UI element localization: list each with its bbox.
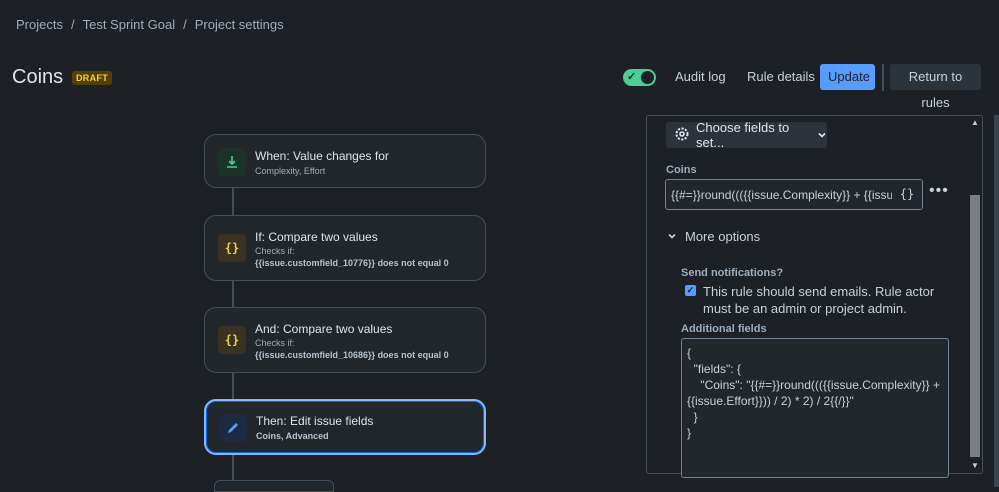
more-options-label: More options xyxy=(685,229,761,244)
breadcrumb-projects[interactable]: Projects xyxy=(16,17,63,32)
curly-braces-icon: {} xyxy=(218,326,246,354)
action-subtitle: Coins, Advanced xyxy=(256,431,329,441)
additional-fields-label: Additional fields xyxy=(681,323,767,335)
trigger-title: When: Value changes for xyxy=(255,149,389,163)
flow-connector xyxy=(232,280,234,308)
additional-fields-textarea[interactable]: { "fields": { "Coins": "{{#=}}round((({{… xyxy=(681,338,949,478)
scroll-down-icon[interactable]: ▼ xyxy=(971,461,979,470)
trigger-card[interactable]: When: Value changes for Complexity, Effo… xyxy=(204,134,486,188)
more-options-toggle[interactable]: More options xyxy=(667,229,760,244)
toggle-knob xyxy=(641,71,654,84)
gear-icon xyxy=(674,126,690,145)
coins-field-value: {{#=}}round((({{issue.Complexity}} + {{i… xyxy=(671,188,893,202)
scroll-up-icon[interactable]: ▲ xyxy=(971,118,979,127)
flow-connector xyxy=(232,454,234,482)
field-change-icon xyxy=(218,148,246,176)
trigger-subtitle: Complexity, Effort xyxy=(255,166,326,176)
header-divider xyxy=(882,64,884,91)
scrollbar-thumb[interactable] xyxy=(970,195,980,457)
action-title: Then: Edit issue fields xyxy=(256,414,374,428)
breadcrumb-project-settings[interactable]: Project settings xyxy=(195,17,284,32)
add-component-button[interactable] xyxy=(214,480,334,492)
condition-checks-label: Checks if: xyxy=(255,246,295,256)
breadcrumb-separator: / xyxy=(70,17,75,32)
pencil-icon xyxy=(219,414,247,442)
condition-checks-label: Checks if: xyxy=(255,338,295,348)
breadcrumb-project[interactable]: Test Sprint Goal xyxy=(83,17,176,32)
action-card[interactable]: Then: Edit issue fields Coins, Advanced xyxy=(204,399,486,455)
rule-details-button[interactable]: Rule details xyxy=(739,64,823,90)
check-icon: ✓ xyxy=(627,71,637,83)
rule-enabled-toggle[interactable]: ✓ xyxy=(623,69,656,86)
choose-fields-label: Choose fields to set... xyxy=(696,120,790,150)
send-notifications-checkbox[interactable]: ✓ xyxy=(685,285,696,296)
condition-title: If: Compare two values xyxy=(255,230,378,244)
update-button[interactable]: Update xyxy=(820,64,875,90)
flow-connector xyxy=(232,372,234,400)
status-badge: DRAFT xyxy=(72,71,112,85)
send-notifications-text: This rule should send emails. Rule actor… xyxy=(703,284,935,316)
coins-field-label: Coins xyxy=(666,164,697,176)
window-edge xyxy=(994,115,999,487)
flow-connector xyxy=(232,187,234,215)
choose-fields-button[interactable]: Choose fields to set... xyxy=(666,120,827,150)
condition-expression: {{issue.customfield_10686}} does not equ… xyxy=(255,350,449,360)
condition-title: And: Compare two values xyxy=(255,322,393,336)
breadcrumb: Projects / Test Sprint Goal / Project se… xyxy=(16,17,284,32)
audit-log-button[interactable]: Audit log xyxy=(667,64,734,90)
return-to-rules-button[interactable]: Return to rules xyxy=(890,64,981,110)
chevron-down-icon xyxy=(667,229,677,244)
chevron-down-icon xyxy=(817,128,827,143)
page-title: Coins xyxy=(12,66,64,88)
breadcrumb-separator: / xyxy=(183,17,187,32)
condition-card[interactable]: {} If: Compare two values Checks if: {{i… xyxy=(204,215,486,281)
send-notifications-label: Send notifications? xyxy=(681,267,784,279)
condition-card[interactable]: {} And: Compare two values Checks if: {{… xyxy=(204,307,486,373)
condition-expression: {{issue.customfield_10776}} does not equ… xyxy=(255,258,449,268)
smart-value-button[interactable]: {} xyxy=(892,180,922,209)
curly-braces-icon: {} xyxy=(218,234,246,262)
additional-fields-value: { "fields": { "Coins": "{{#=}}round((({{… xyxy=(687,346,940,440)
more-actions-icon[interactable]: ••• xyxy=(929,182,949,200)
coins-field-input[interactable]: {{#=}}round((({{issue.Complexity}} + {{i… xyxy=(665,179,923,210)
